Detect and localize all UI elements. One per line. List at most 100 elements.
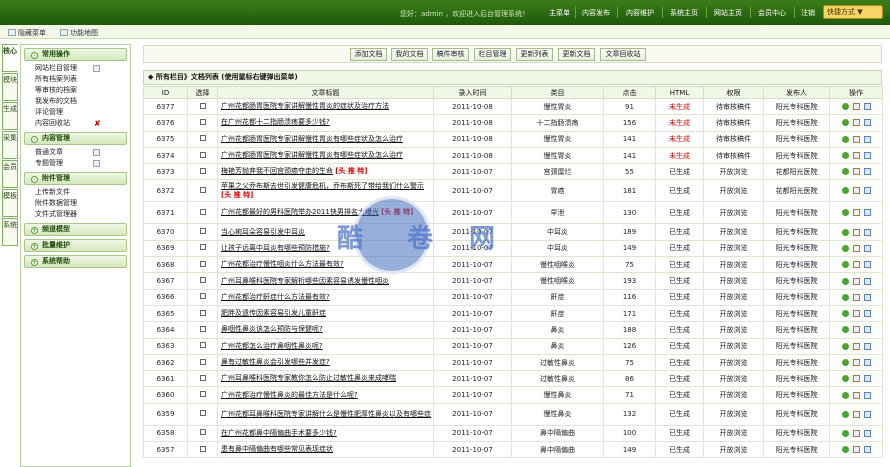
article-title-link[interactable]: 在广州花都鼻中隔偏曲手术要多少钱? xyxy=(221,429,337,437)
row-checkbox[interactable] xyxy=(199,293,206,300)
row-checkbox[interactable] xyxy=(199,325,206,332)
document-icon[interactable] xyxy=(863,359,871,366)
document-icon[interactable] xyxy=(863,152,871,160)
tab-module[interactable]: 模块 xyxy=(2,73,18,101)
function-map-button[interactable]: 功能地图 xyxy=(60,28,98,38)
article-title-link[interactable]: 肥胖及遗传因素容易引发儿童鼾症 xyxy=(221,309,326,317)
document-icon[interactable] xyxy=(863,429,871,437)
nav-main-menu[interactable]: 主菜单 xyxy=(549,8,570,18)
document-icon[interactable] xyxy=(863,277,871,285)
edit-icon[interactable] xyxy=(852,310,860,318)
edit-icon[interactable] xyxy=(852,187,860,195)
article-title-link[interactable]: 广州花都怎么治疗鼻咽性鼻炎呢? xyxy=(221,342,323,350)
row-checkbox[interactable] xyxy=(199,186,206,193)
grid-icon[interactable] xyxy=(93,160,100,167)
view-icon[interactable] xyxy=(841,261,849,269)
view-icon[interactable] xyxy=(841,391,849,399)
cell-category[interactable]: 鼻中隔偏曲 xyxy=(511,441,604,459)
cell-category[interactable]: 鼻炎 xyxy=(511,337,604,355)
hide-menu-button[interactable]: 隐藏菜单 xyxy=(8,28,46,38)
menu-item-column-manage[interactable]: 网站栏目管理 xyxy=(21,63,130,74)
row-checkbox[interactable] xyxy=(199,342,206,349)
edit-icon[interactable] xyxy=(852,391,860,399)
view-icon[interactable] xyxy=(841,152,849,160)
article-title-link[interactable]: 梅艳芳抛弃我不回宫颈癌夺走的生命 xyxy=(221,167,333,175)
row-checkbox[interactable] xyxy=(199,208,206,215)
menu-item-topics[interactable]: 专题管理 xyxy=(21,158,130,169)
document-icon[interactable] xyxy=(863,135,871,143)
my-documents-button[interactable]: 我的文档 xyxy=(391,48,428,61)
tab-system[interactable]: 系统 xyxy=(2,218,18,246)
document-icon[interactable] xyxy=(863,410,871,418)
article-title-link[interactable]: 让孩子远离中耳炎有哪些预防措施? xyxy=(221,244,330,252)
grid-icon[interactable] xyxy=(93,65,100,72)
view-icon[interactable] xyxy=(841,209,849,217)
article-title-link[interactable]: 患有鼻中隔偏曲有哪些常见表现症状 xyxy=(221,445,333,453)
article-title-link[interactable]: 广州花都肠胃医院专家讲解慢性胃炎的症状及治疗方法 xyxy=(221,102,389,110)
cell-category[interactable]: 过敏性鼻炎 xyxy=(511,370,604,388)
cell-category[interactable]: 慢性咽喉炎 xyxy=(511,256,604,274)
article-title-link[interactable]: 鼻咽性鼻炎该怎么预防与保健呢? xyxy=(221,325,323,333)
document-icon[interactable] xyxy=(863,187,871,195)
article-title-link[interactable]: 广州耳鼻喉科医院专家教你怎么防止过敏性鼻炎来成哮喘 xyxy=(221,374,396,382)
view-icon[interactable] xyxy=(841,135,849,143)
article-title-link[interactable]: 苹果之父乔布斯去世引发健康危机，乔布斯死了带给我们什么警示 xyxy=(221,182,424,190)
article-title-link[interactable]: 广州花都最好的男科医院举办2011快男排名大曝光 xyxy=(221,208,379,216)
clear-icon[interactable]: ✘ xyxy=(94,118,101,129)
view-icon[interactable] xyxy=(841,187,849,195)
menu-item-attachment-data[interactable]: 附件数据管理 xyxy=(21,198,130,209)
view-icon[interactable] xyxy=(841,342,849,350)
cell-category[interactable]: 十二指肠溃疡 xyxy=(511,114,604,132)
edit-icon[interactable] xyxy=(852,103,860,111)
cell-category[interactable]: 宫颈糜烂 xyxy=(511,163,604,181)
nav-member-center[interactable]: 会员中心 xyxy=(758,8,786,18)
view-icon[interactable] xyxy=(841,446,849,454)
row-checkbox[interactable] xyxy=(199,228,206,235)
document-icon[interactable] xyxy=(863,446,871,454)
article-title-link[interactable]: 广州花都肠胃医院专家讲解慢性胃炎有哪些症状及怎么治疗 xyxy=(221,135,403,143)
menu-item-file-manager[interactable]: 文件式管理器 xyxy=(21,209,130,220)
cell-category[interactable]: 早泄 xyxy=(511,201,604,225)
document-icon[interactable] xyxy=(863,326,871,334)
view-icon[interactable] xyxy=(841,228,849,236)
menu-section-channel-model[interactable]: + 频道模型 xyxy=(24,223,127,236)
document-icon[interactable] xyxy=(863,375,871,383)
article-title-link[interactable]: 广州花都治疗鼾症什么方法最有效? xyxy=(221,293,330,301)
document-icon[interactable] xyxy=(863,209,871,217)
article-title-link[interactable]: 广州花都耳鼻喉科医院专家讲解什么是慢性肥厚性鼻炎以及有哪些症 xyxy=(221,410,431,418)
tab-collect[interactable]: 采集 xyxy=(2,131,18,159)
edit-icon[interactable] xyxy=(852,359,860,366)
document-icon[interactable] xyxy=(863,168,871,176)
edit-icon[interactable] xyxy=(852,326,860,334)
article-title-link[interactable]: 广州花都治疗慢性鼻炎的最佳方法是什么呢? xyxy=(221,391,358,399)
tab-member[interactable]: 会员 xyxy=(2,160,18,188)
view-icon[interactable] xyxy=(841,375,849,383)
cell-category[interactable]: 慢性胃炎 xyxy=(511,130,604,148)
edit-icon[interactable] xyxy=(852,277,860,285)
edit-icon[interactable] xyxy=(852,342,860,350)
edit-icon[interactable] xyxy=(852,293,860,301)
tab-template[interactable]: 模板 xyxy=(2,189,18,217)
view-icon[interactable] xyxy=(841,310,849,318)
nav-site-home[interactable]: 网站主页 xyxy=(714,8,742,18)
tab-generate[interactable]: 生成 xyxy=(2,102,18,130)
cell-category[interactable]: 慢性咽喉炎 xyxy=(511,272,604,290)
cell-category[interactable]: 中耳炎 xyxy=(511,239,604,258)
row-checkbox[interactable] xyxy=(199,102,206,109)
article-title-link[interactable]: 鼻有过敏性鼻炎会引发哪些并发症? xyxy=(221,358,330,366)
cell-category[interactable]: 鼾症 xyxy=(511,304,604,323)
cell-category[interactable]: 慢性胃炎 xyxy=(511,146,604,165)
row-checkbox[interactable] xyxy=(199,260,206,267)
edit-icon[interactable] xyxy=(852,429,860,437)
menu-section-content[interactable]: - 内容管理 xyxy=(24,132,127,145)
row-checkbox[interactable] xyxy=(199,391,206,398)
row-checkbox[interactable] xyxy=(199,118,206,125)
cell-category[interactable]: 慢性胃炎 xyxy=(511,97,604,116)
edit-icon[interactable] xyxy=(852,244,860,252)
menu-item-pending-archives[interactable]: 等审核的档案 xyxy=(21,85,130,96)
view-icon[interactable] xyxy=(841,410,849,418)
article-title-link[interactable]: 广州花都治疗慢性咽炎什么方法最有效? xyxy=(221,260,344,268)
document-icon[interactable] xyxy=(863,261,871,269)
row-checkbox[interactable] xyxy=(199,358,206,365)
menu-item-my-documents[interactable]: 我发布的文档 xyxy=(21,96,130,107)
